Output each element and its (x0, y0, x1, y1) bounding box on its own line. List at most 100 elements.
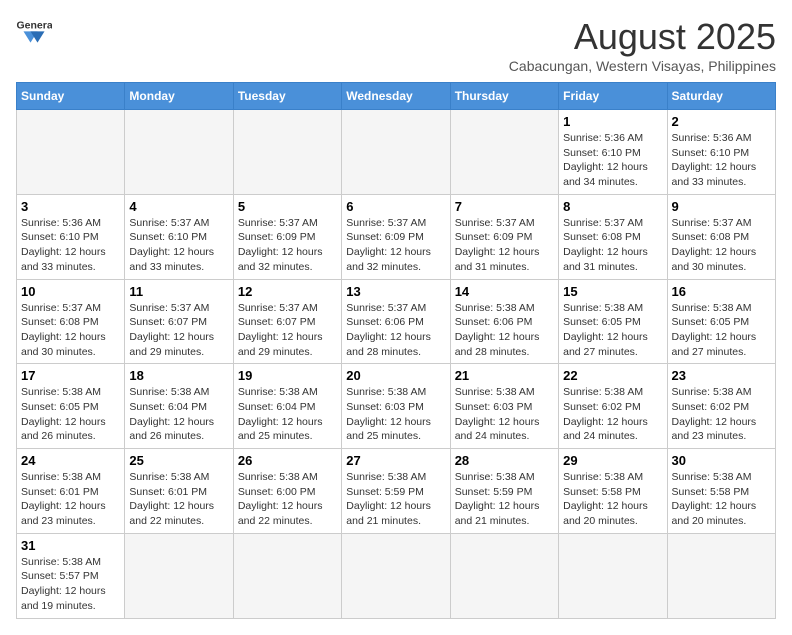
day-number: 8 (563, 199, 662, 214)
day-number: 2 (672, 114, 771, 129)
weekday-header-cell: Friday (559, 83, 667, 110)
day-info: Sunrise: 5:36 AM Sunset: 6:10 PM Dayligh… (563, 131, 662, 190)
day-number: 18 (129, 368, 228, 383)
calendar-day-cell: 8 Sunrise: 5:37 AM Sunset: 6:08 PM Daylig… (559, 194, 667, 279)
calendar-day-cell (450, 110, 558, 195)
day-info: Sunrise: 5:38 AM Sunset: 6:05 PM Dayligh… (563, 301, 662, 360)
day-number: 31 (21, 538, 120, 553)
day-info: Sunrise: 5:37 AM Sunset: 6:09 PM Dayligh… (346, 216, 445, 275)
day-number: 21 (455, 368, 554, 383)
calendar-day-cell (450, 533, 558, 618)
day-number: 23 (672, 368, 771, 383)
day-number: 24 (21, 453, 120, 468)
weekday-header-cell: Sunday (17, 83, 125, 110)
calendar-day-cell: 4Sunrise: 5:37 AM Sunset: 6:10 PM Daylig… (125, 194, 233, 279)
day-number: 30 (672, 453, 771, 468)
calendar-day-cell: 29 Sunrise: 5:38 AM Sunset: 5:58 PM Dayli… (559, 449, 667, 534)
day-number: 27 (346, 453, 445, 468)
calendar-day-cell (559, 533, 667, 618)
calendar-day-cell: 6Sunrise: 5:37 AM Sunset: 6:09 PM Daylig… (342, 194, 450, 279)
day-info: Sunrise: 5:38 AM Sunset: 5:59 PM Dayligh… (455, 470, 554, 529)
calendar-day-cell (233, 110, 341, 195)
day-info: Sunrise: 5:38 AM Sunset: 6:04 PM Dayligh… (129, 385, 228, 444)
day-number: 5 (238, 199, 337, 214)
weekday-header-cell: Wednesday (342, 83, 450, 110)
calendar-day-cell: 2 Sunrise: 5:36 AM Sunset: 6:10 PM Daylig… (667, 110, 775, 195)
day-number: 17 (21, 368, 120, 383)
day-number: 10 (21, 284, 120, 299)
day-info: Sunrise: 5:38 AM Sunset: 5:58 PM Dayligh… (563, 470, 662, 529)
general-blue-logo-icon: General (16, 16, 52, 44)
day-number: 28 (455, 453, 554, 468)
day-info: Sunrise: 5:36 AM Sunset: 6:10 PM Dayligh… (21, 216, 120, 275)
calendar-day-cell (233, 533, 341, 618)
day-info: Sunrise: 5:37 AM Sunset: 6:09 PM Dayligh… (238, 216, 337, 275)
calendar-day-cell: 28 Sunrise: 5:38 AM Sunset: 5:59 PM Dayli… (450, 449, 558, 534)
calendar-day-cell: 17 Sunrise: 5:38 AM Sunset: 6:05 PM Dayli… (17, 364, 125, 449)
calendar-day-cell: 22 Sunrise: 5:38 AM Sunset: 6:02 PM Dayli… (559, 364, 667, 449)
day-number: 19 (238, 368, 337, 383)
day-info: Sunrise: 5:36 AM Sunset: 6:10 PM Dayligh… (672, 131, 771, 190)
day-info: Sunrise: 5:37 AM Sunset: 6:07 PM Dayligh… (129, 301, 228, 360)
calendar-day-cell: 19 Sunrise: 5:38 AM Sunset: 6:04 PM Dayli… (233, 364, 341, 449)
calendar-day-cell: 7Sunrise: 5:37 AM Sunset: 6:09 PM Daylig… (450, 194, 558, 279)
day-info: Sunrise: 5:38 AM Sunset: 6:03 PM Dayligh… (346, 385, 445, 444)
day-number: 12 (238, 284, 337, 299)
day-info: Sunrise: 5:38 AM Sunset: 6:06 PM Dayligh… (455, 301, 554, 360)
calendar-week-row: 10 Sunrise: 5:37 AM Sunset: 6:08 PM Dayli… (17, 279, 776, 364)
calendar-day-cell: 21 Sunrise: 5:38 AM Sunset: 6:03 PM Dayli… (450, 364, 558, 449)
calendar-day-cell: 5 Sunrise: 5:37 AM Sunset: 6:09 PM Daylig… (233, 194, 341, 279)
month-year-title: August 2025 (509, 16, 776, 58)
day-info: Sunrise: 5:37 AM Sunset: 6:08 PM Dayligh… (563, 216, 662, 275)
day-info: Sunrise: 5:38 AM Sunset: 6:02 PM Dayligh… (563, 385, 662, 444)
calendar-day-cell: 14 Sunrise: 5:38 AM Sunset: 6:06 PM Dayli… (450, 279, 558, 364)
calendar-week-row: 17 Sunrise: 5:38 AM Sunset: 6:05 PM Dayli… (17, 364, 776, 449)
day-info: Sunrise: 5:37 AM Sunset: 6:10 PM Dayligh… (129, 216, 228, 275)
calendar-day-cell (17, 110, 125, 195)
day-number: 15 (563, 284, 662, 299)
calendar-day-cell: 25Sunrise: 5:38 AM Sunset: 6:01 PM Dayli… (125, 449, 233, 534)
calendar-day-cell: 20Sunrise: 5:38 AM Sunset: 6:03 PM Dayli… (342, 364, 450, 449)
calendar-day-cell: 26Sunrise: 5:38 AM Sunset: 6:00 PM Dayli… (233, 449, 341, 534)
calendar-day-cell (125, 110, 233, 195)
day-number: 22 (563, 368, 662, 383)
calendar-week-row: 31 Sunrise: 5:38 AM Sunset: 5:57 PM Dayli… (17, 533, 776, 618)
day-number: 11 (129, 284, 228, 299)
day-number: 16 (672, 284, 771, 299)
weekday-header-cell: Monday (125, 83, 233, 110)
svg-text:General: General (17, 20, 53, 32)
calendar-day-cell (342, 110, 450, 195)
calendar-day-cell (342, 533, 450, 618)
weekday-header-row: SundayMondayTuesdayWednesdayThursdayFrid… (17, 83, 776, 110)
calendar-day-cell: 3 Sunrise: 5:36 AM Sunset: 6:10 PM Daylig… (17, 194, 125, 279)
day-info: Sunrise: 5:37 AM Sunset: 6:09 PM Dayligh… (455, 216, 554, 275)
day-info: Sunrise: 5:38 AM Sunset: 6:03 PM Dayligh… (455, 385, 554, 444)
day-number: 26 (238, 453, 337, 468)
calendar-week-row: 3 Sunrise: 5:36 AM Sunset: 6:10 PM Daylig… (17, 194, 776, 279)
calendar-day-cell (125, 533, 233, 618)
day-info: Sunrise: 5:37 AM Sunset: 6:07 PM Dayligh… (238, 301, 337, 360)
weekday-header-cell: Saturday (667, 83, 775, 110)
day-info: Sunrise: 5:38 AM Sunset: 6:04 PM Dayligh… (238, 385, 337, 444)
day-info: Sunrise: 5:37 AM Sunset: 6:08 PM Dayligh… (21, 301, 120, 360)
day-number: 9 (672, 199, 771, 214)
day-number: 3 (21, 199, 120, 214)
calendar-day-cell: 27Sunrise: 5:38 AM Sunset: 5:59 PM Dayli… (342, 449, 450, 534)
day-info: Sunrise: 5:38 AM Sunset: 6:05 PM Dayligh… (21, 385, 120, 444)
title-area: August 2025 Cabacungan, Western Visayas,… (509, 16, 776, 74)
day-number: 29 (563, 453, 662, 468)
calendar-day-cell: 30 Sunrise: 5:38 AM Sunset: 5:58 PM Dayli… (667, 449, 775, 534)
day-info: Sunrise: 5:37 AM Sunset: 6:06 PM Dayligh… (346, 301, 445, 360)
day-info: Sunrise: 5:38 AM Sunset: 5:57 PM Dayligh… (21, 555, 120, 614)
weekday-header-cell: Tuesday (233, 83, 341, 110)
day-info: Sunrise: 5:38 AM Sunset: 6:01 PM Dayligh… (21, 470, 120, 529)
day-number: 14 (455, 284, 554, 299)
logo: General (16, 16, 52, 44)
calendar-day-cell: 24 Sunrise: 5:38 AM Sunset: 6:01 PM Dayli… (17, 449, 125, 534)
calendar-day-cell: 23Sunrise: 5:38 AM Sunset: 6:02 PM Dayli… (667, 364, 775, 449)
calendar-day-cell: 13Sunrise: 5:37 AM Sunset: 6:06 PM Dayli… (342, 279, 450, 364)
day-number: 1 (563, 114, 662, 129)
calendar-week-row: 24 Sunrise: 5:38 AM Sunset: 6:01 PM Dayli… (17, 449, 776, 534)
calendar-week-row: 1 Sunrise: 5:36 AM Sunset: 6:10 PM Daylig… (17, 110, 776, 195)
day-info: Sunrise: 5:38 AM Sunset: 5:58 PM Dayligh… (672, 470, 771, 529)
